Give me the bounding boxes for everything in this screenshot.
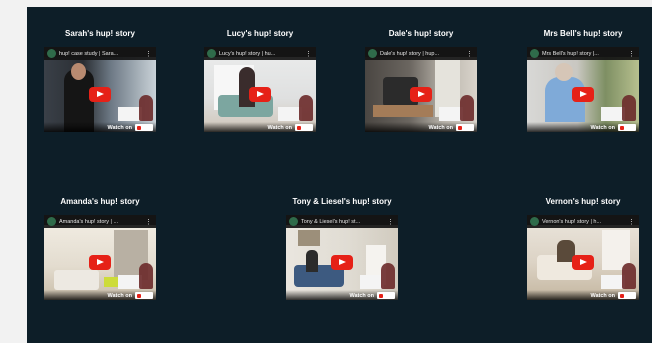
youtube-logo-icon[interactable]: [618, 124, 636, 131]
video-embed[interactable]: Vernon's hup! story | h... ⋮ Watch on: [527, 215, 639, 300]
story-title: Mrs Bell's hup! story: [543, 29, 623, 38]
kebab-menu-icon[interactable]: ⋮: [145, 218, 152, 226]
story-title: Sarah's hup! story: [65, 29, 135, 38]
video-title[interactable]: Vernon's hup! story | h...: [542, 219, 624, 225]
youtube-play-icon[interactable]: [331, 255, 353, 270]
youtube-play-icon[interactable]: [572, 87, 594, 102]
video-title-bar: hup! case study | Sara... ⋮: [44, 47, 156, 60]
kebab-menu-icon[interactable]: ⋮: [305, 50, 312, 58]
youtube-play-icon[interactable]: [89, 87, 111, 102]
channel-avatar[interactable]: [289, 217, 298, 226]
story-title: Amanda's hup! story: [60, 197, 140, 206]
video-embed[interactable]: hup! case study | Sara... ⋮ Watch on: [44, 47, 156, 132]
presenter-figure: [299, 95, 313, 121]
kebab-menu-icon[interactable]: ⋮: [387, 218, 394, 226]
presenter-figure: [381, 263, 395, 289]
video-title-bar: Vernon's hup! story | h... ⋮: [527, 215, 639, 228]
story-title: Vernon's hup! story: [545, 197, 621, 206]
story-title: Dale's hup! story: [388, 29, 454, 38]
watch-on-label[interactable]: Watch on: [590, 125, 615, 131]
video-embed[interactable]: Amanda's hup! story | ... ⋮ Watch on: [44, 215, 156, 300]
youtube-play-icon[interactable]: [89, 255, 111, 270]
youtube-logo-icon[interactable]: [135, 124, 153, 131]
channel-avatar[interactable]: [207, 49, 216, 58]
watch-on-label[interactable]: Watch on: [107, 293, 132, 299]
story-card-vernon: Vernon's hup! story Vernon's hup! story …: [527, 195, 639, 300]
kebab-menu-icon[interactable]: ⋮: [466, 50, 473, 58]
youtube-logo-icon[interactable]: [135, 292, 153, 299]
watch-on-label[interactable]: Watch on: [107, 125, 132, 131]
story-card-lucy: Lucy's hup! story Lucy's hup! story | hu…: [204, 27, 316, 132]
kebab-menu-icon[interactable]: ⋮: [628, 218, 635, 226]
video-embed[interactable]: Tony & Liesel's hup! st... ⋮ Watch on: [286, 215, 398, 300]
video-title[interactable]: Dale's hup! story | hup...: [380, 51, 462, 57]
watch-on-label[interactable]: Watch on: [428, 125, 453, 131]
story-card-mrs-bell: Mrs Bell's hup! story Mrs Bell's hup! st…: [527, 27, 639, 132]
youtube-play-icon[interactable]: [572, 255, 594, 270]
story-title: Lucy's hup! story: [226, 29, 294, 38]
story-card-amanda: Amanda's hup! story Amanda's hup! story …: [44, 195, 156, 300]
video-embed[interactable]: Dale's hup! story | hup... ⋮ Watch on: [365, 47, 477, 132]
video-title[interactable]: hup! case study | Sara...: [59, 51, 141, 57]
video-title-bar: Lucy's hup! story | hu... ⋮: [204, 47, 316, 60]
youtube-logo-icon[interactable]: [618, 292, 636, 299]
story-card-sarah: Sarah's hup! story hup! case study | Sar…: [44, 27, 156, 132]
watch-on-label[interactable]: Watch on: [267, 125, 292, 131]
channel-avatar[interactable]: [47, 49, 56, 58]
youtube-play-icon[interactable]: [410, 87, 432, 102]
story-card-tony-liesel: Tony & Liesel's hup! story Tony & Liesel…: [286, 195, 398, 300]
video-title[interactable]: Mrs Bell's hup! story |...: [542, 51, 624, 57]
presenter-figure: [460, 95, 474, 121]
presenter-figure: [622, 95, 636, 121]
youtube-play-icon[interactable]: [249, 87, 271, 102]
story-title: Tony & Liesel's hup! story: [292, 197, 392, 206]
video-embed[interactable]: Lucy's hup! story | hu... ⋮ Watch on: [204, 47, 316, 132]
presenter-figure: [622, 263, 636, 289]
video-title-bar: Amanda's hup! story | ... ⋮: [44, 215, 156, 228]
channel-avatar[interactable]: [530, 217, 539, 226]
story-card-dale: Dale's hup! story Dale's hup! story | hu…: [365, 27, 477, 132]
youtube-logo-icon[interactable]: [456, 124, 474, 131]
video-title[interactable]: Tony & Liesel's hup! st...: [301, 219, 383, 225]
presenter-figure: [139, 95, 153, 121]
watch-on-label[interactable]: Watch on: [349, 293, 374, 299]
youtube-logo-icon[interactable]: [295, 124, 313, 131]
presenter-figure: [139, 263, 153, 289]
channel-avatar[interactable]: [47, 217, 56, 226]
kebab-menu-icon[interactable]: ⋮: [628, 50, 635, 58]
video-title-bar: Tony & Liesel's hup! st... ⋮: [286, 215, 398, 228]
video-title[interactable]: Amanda's hup! story | ...: [59, 219, 141, 225]
channel-avatar[interactable]: [530, 49, 539, 58]
testimonials-panel: Sarah's hup! story hup! case study | Sar…: [27, 7, 652, 343]
youtube-logo-icon[interactable]: [377, 292, 395, 299]
video-embed[interactable]: Mrs Bell's hup! story |... ⋮ Watch on: [527, 47, 639, 132]
video-title-bar: Dale's hup! story | hup... ⋮: [365, 47, 477, 60]
video-title[interactable]: Lucy's hup! story | hu...: [219, 51, 301, 57]
channel-avatar[interactable]: [368, 49, 377, 58]
video-title-bar: Mrs Bell's hup! story |... ⋮: [527, 47, 639, 60]
kebab-menu-icon[interactable]: ⋮: [145, 50, 152, 58]
watch-on-label[interactable]: Watch on: [590, 293, 615, 299]
